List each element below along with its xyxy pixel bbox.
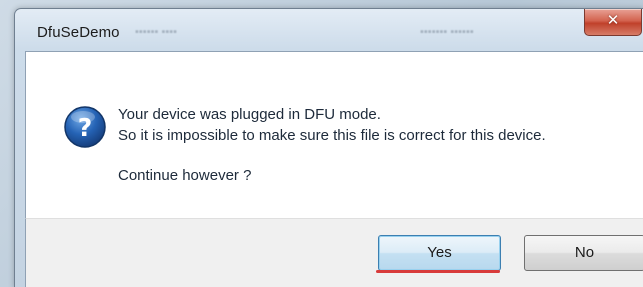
close-button[interactable]: ✕ bbox=[584, 9, 642, 36]
continue-prompt: Continue however ? bbox=[118, 167, 252, 184]
message-line: Your device was plugged in DFU mode. bbox=[118, 106, 381, 123]
highlight-underline bbox=[376, 270, 500, 273]
message-line: So it is impossible to make sure this fi… bbox=[118, 127, 546, 144]
message-text: Your device was plugged in DFU mode. So … bbox=[118, 104, 546, 146]
yes-button[interactable]: Yes bbox=[378, 235, 501, 271]
dialog-window: DfuSeDemo ▪▪▪▪▪▪ ▪▪▪▪ ▪▪▪▪▪▪▪ ▪▪▪▪▪▪ ✕ ?… bbox=[14, 8, 643, 287]
no-button[interactable]: No bbox=[524, 235, 643, 271]
question-icon: ? bbox=[64, 106, 106, 148]
window-title: DfuSeDemo bbox=[37, 24, 120, 41]
svg-text:?: ? bbox=[78, 113, 93, 142]
close-icon: ✕ bbox=[606, 11, 620, 29]
button-bar: Yes No bbox=[25, 218, 643, 287]
dialog-content: ? Your device was plugged in DFU mode. S… bbox=[25, 51, 643, 218]
title-bar[interactable]: DfuSeDemo ▪▪▪▪▪▪ ▪▪▪▪ ▪▪▪▪▪▪▪ ▪▪▪▪▪▪ ✕ bbox=[15, 9, 643, 51]
background-window-text: ▪▪▪▪▪▪ ▪▪▪▪ bbox=[135, 26, 178, 38]
background-window-text: ▪▪▪▪▪▪▪ ▪▪▪▪▪▪ bbox=[420, 26, 474, 38]
